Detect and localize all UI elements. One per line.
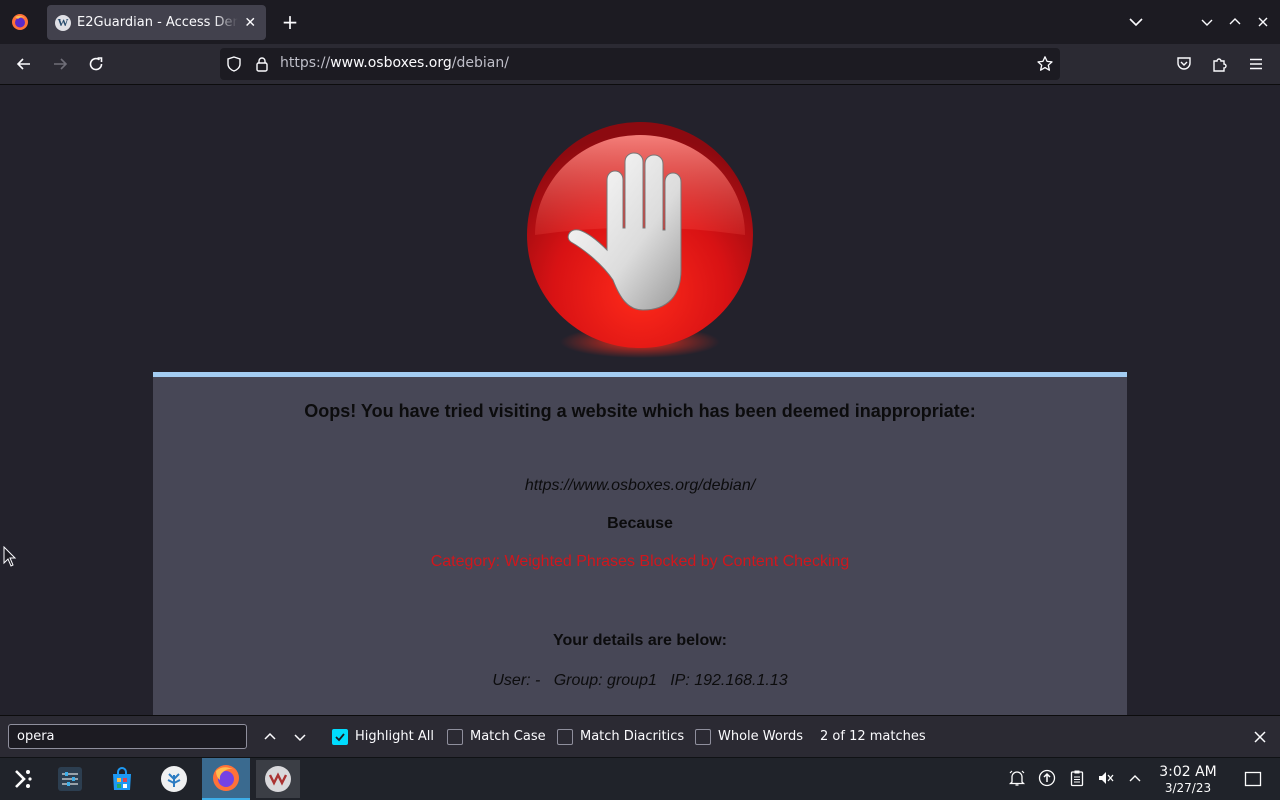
tab-title: E2Guardian - Access Denied <box>77 15 239 30</box>
user-details: User: - Group: group1 IP: 192.168.1.13 <box>492 672 788 689</box>
url-domain: www.osboxes.org <box>330 55 452 71</box>
match-diacritics-label: Match Diacritics <box>580 729 685 744</box>
close-tab-icon[interactable]: ✕ <box>242 15 258 31</box>
expand-tray-icon[interactable] <box>1126 769 1144 787</box>
checkbox-box <box>447 728 463 745</box>
firefox-icon[interactable] <box>202 758 250 800</box>
mouse-pointer-icon <box>3 545 17 572</box>
checkmark-icon <box>332 728 348 745</box>
digital-clock[interactable]: 3:02 AM 3/27/23 <box>1152 764 1224 795</box>
wordpress-icon: W <box>55 14 71 31</box>
page-headline: Oops! You have tried visiting a website … <box>304 401 976 421</box>
close-find-bar-icon[interactable] <box>1250 727 1270 747</box>
whole-words-label: Whole Words <box>718 729 803 744</box>
access-denied-panel: Oops! You have tried visiting a website … <box>153 372 1127 715</box>
clipboard-icon[interactable] <box>1068 769 1086 787</box>
url-path: /debian/ <box>451 55 509 71</box>
tab-e2guardian[interactable]: W E2Guardian - Access Denied ✕ <box>47 5 266 40</box>
taskbar: 3:02 AM 3/27/23 <box>0 757 1280 800</box>
highlight-all-label: Highlight All <box>355 729 434 744</box>
firefox-view-icon[interactable] <box>8 10 32 34</box>
checkbox-box <box>557 728 573 745</box>
find-bar: Highlight All Match Case Match Diacritic… <box>0 715 1280 757</box>
whole-words-checkbox[interactable]: Whole Words <box>695 728 803 745</box>
navigation-toolbar: https://www.osboxes.org/debian/ <box>0 44 1280 85</box>
list-all-tabs-icon[interactable] <box>1124 10 1148 34</box>
system-settings-icon[interactable] <box>50 760 90 798</box>
application-launcher-icon[interactable] <box>2 760 42 798</box>
pocket-icon[interactable] <box>1172 52 1196 76</box>
clock-time: 3:02 AM <box>1159 764 1217 780</box>
tracking-protection-shield-icon[interactable] <box>226 56 242 76</box>
back-icon[interactable] <box>12 52 36 76</box>
volume-muted-icon[interactable] <box>1097 769 1115 787</box>
stop-hand-logo-icon <box>523 120 757 360</box>
virt-manager-icon[interactable] <box>256 760 300 798</box>
find-previous-icon[interactable] <box>259 726 281 748</box>
clock-date: 3/27/23 <box>1164 781 1212 795</box>
extensions-icon[interactable] <box>1208 52 1232 76</box>
minimize-icon[interactable] <box>1197 12 1217 32</box>
tab-strip: W E2Guardian - Access Denied ✕ + <box>0 0 1280 44</box>
blocked-url: https://www.osboxes.org/debian/ <box>524 477 756 494</box>
url-bar[interactable]: https://www.osboxes.org/debian/ <box>220 48 1060 80</box>
find-match-count: 2 of 12 matches <box>820 729 926 744</box>
match-case-checkbox[interactable]: Match Case <box>447 728 546 745</box>
find-input[interactable] <box>8 724 247 749</box>
checkbox-box <box>695 728 711 745</box>
page-content: Oops! You have tried visiting a website … <box>0 85 1280 715</box>
reload-icon[interactable] <box>84 52 108 76</box>
lock-icon[interactable] <box>254 56 270 76</box>
welcome-center-icon[interactable] <box>154 760 194 798</box>
url-text[interactable]: https://www.osboxes.org/debian/ <box>280 55 509 71</box>
because-label: Because <box>607 515 673 532</box>
close-window-icon[interactable] <box>1253 12 1273 32</box>
block-reason: Category: Weighted Phrases Blocked by Co… <box>430 553 850 570</box>
match-case-label: Match Case <box>470 729 546 744</box>
forward-icon[interactable] <box>48 52 72 76</box>
match-diacritics-checkbox[interactable]: Match Diacritics <box>557 728 684 745</box>
maximize-icon[interactable] <box>1225 12 1245 32</box>
bookmark-star-icon[interactable] <box>1036 55 1054 77</box>
show-desktop-icon[interactable] <box>1244 770 1262 788</box>
find-next-icon[interactable] <box>289 726 311 748</box>
highlight-all-checkbox[interactable]: Highlight All <box>332 728 434 745</box>
details-heading: Your details are below: <box>553 632 727 649</box>
new-tab-button[interactable]: + <box>278 10 302 34</box>
app-menu-icon[interactable] <box>1244 52 1268 76</box>
updates-icon[interactable] <box>1038 769 1056 787</box>
notifications-icon[interactable] <box>1008 769 1026 787</box>
discover-store-icon[interactable] <box>102 760 142 798</box>
url-scheme: https:// <box>280 55 331 71</box>
